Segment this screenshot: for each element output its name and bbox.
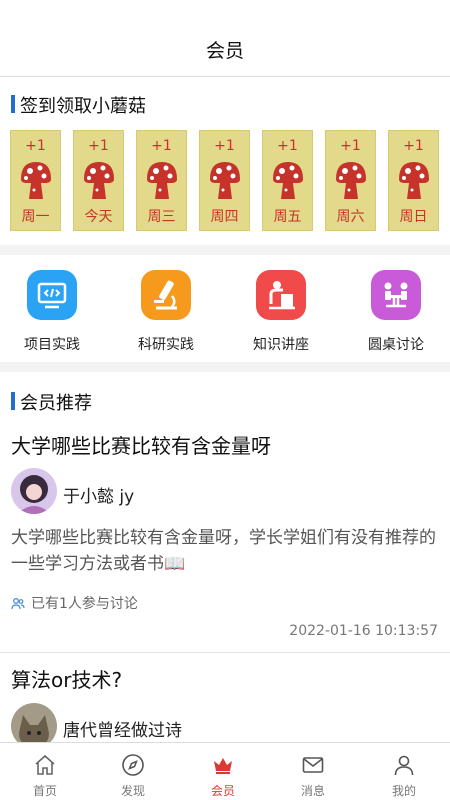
checkin-day-label: 周三	[147, 209, 176, 225]
tab-label: 我的	[391, 784, 416, 798]
lecture-icon	[256, 270, 306, 320]
crown-icon	[214, 758, 232, 774]
checkin-day-thu[interactable]: +1 周四	[199, 130, 250, 231]
post-body[interactable]: 大学哪些比赛比较有含金量呀，学长学姐们有没有推荐的一些学习方法或者书📖	[11, 525, 439, 577]
tab-messages[interactable]: 消息	[268, 743, 358, 800]
category-grid: 项目实践 科研实践 知识讲座 圆桌讨论	[0, 255, 450, 362]
mushroom-icon	[399, 162, 429, 199]
section-accent-bar	[11, 392, 15, 410]
bottom-tab-bar: 首页 发现 会员 消息 我的	[0, 742, 450, 800]
top-bar: 会员	[0, 0, 450, 77]
category-project-practice[interactable]: 项目实践	[0, 270, 107, 355]
checkin-reward: +1	[403, 138, 424, 154]
checkin-day-label: 周日	[399, 209, 428, 225]
category-label: 科研实践	[138, 337, 194, 353]
roundtable-icon	[371, 270, 421, 320]
checkin-title: 签到领取小蘑菇	[20, 96, 146, 117]
category-label: 知识讲座	[253, 337, 309, 353]
compass-icon	[122, 754, 144, 776]
tab-label: 首页	[32, 784, 57, 798]
category-knowledge-lecture[interactable]: 知识讲座	[226, 270, 336, 355]
checkin-day-label: 周一	[21, 209, 50, 225]
tab-label: 会员	[210, 784, 235, 798]
tab-discover[interactable]: 发现	[88, 743, 178, 800]
checkin-day-label: 周五	[273, 209, 302, 225]
code-screen-icon	[27, 270, 77, 320]
checkin-section: 签到领取小蘑菇 +1 周一 +1 今天 +1 周三 +1 周四 +1 周五 +1…	[0, 77, 450, 245]
section-accent-bar	[11, 95, 15, 113]
checkin-day-mon[interactable]: +1 周一	[10, 130, 61, 231]
mushroom-icon	[273, 162, 303, 199]
page-title: 会员	[205, 40, 244, 62]
category-research-practice[interactable]: 科研实践	[111, 270, 221, 355]
tab-label: 消息	[300, 784, 325, 798]
category-label: 项目实践	[24, 337, 80, 353]
post-title[interactable]: 大学哪些比赛比较有含金量呀	[11, 430, 271, 459]
checkin-reward: +1	[340, 138, 361, 154]
tab-label: 发现	[120, 784, 145, 798]
checkin-reward: +1	[151, 138, 172, 154]
checkin-day-wed[interactable]: +1 周三	[136, 130, 187, 231]
checkin-reward: +1	[88, 138, 109, 154]
mushroom-icon	[84, 162, 114, 199]
post-title[interactable]: 算法or技术?	[11, 664, 122, 693]
author-name[interactable]: 于小懿 jy	[63, 482, 134, 507]
post-timestamp: 2022-01-16 10:13:57	[289, 623, 438, 639]
checkin-day-sun[interactable]: +1 周日	[388, 130, 439, 231]
participants-info: 已有1人参与讨论	[11, 593, 138, 613]
recommend-title: 会员推荐	[20, 393, 92, 414]
author-name[interactable]: 唐代曾经做过诗	[63, 716, 182, 741]
mail-icon	[302, 757, 324, 773]
checkin-day-sat[interactable]: +1 周六	[325, 130, 376, 231]
person-icon	[394, 755, 414, 776]
microscope-icon	[141, 270, 191, 320]
mushroom-icon	[336, 162, 366, 199]
recommend-section: 会员推荐 大学哪些比赛比较有含金量呀 于小懿 jy 大学哪些比赛比较有含金量呀，…	[0, 372, 450, 749]
checkin-reward: +1	[214, 138, 235, 154]
category-roundtable[interactable]: 圆桌讨论	[341, 270, 450, 355]
category-label: 圆桌讨论	[368, 337, 424, 353]
checkin-day-label: 周六	[336, 209, 365, 225]
divider	[0, 652, 450, 653]
home-icon	[35, 754, 55, 775]
checkin-header: 签到领取小蘑菇	[0, 83, 450, 123]
tab-member[interactable]: 会员	[178, 743, 268, 800]
mushroom-icon	[210, 162, 240, 199]
checkin-day-today[interactable]: +1 今天	[73, 130, 124, 231]
mushroom-icon	[147, 162, 177, 199]
checkin-day-fri[interactable]: +1 周五	[262, 130, 313, 231]
participants-count: 已有1人参与讨论	[31, 596, 138, 612]
tab-mine[interactable]: 我的	[359, 743, 449, 800]
checkin-day-label: 今天	[84, 209, 113, 225]
checkin-reward: +1	[25, 138, 46, 154]
avatar[interactable]	[11, 468, 57, 514]
people-icon	[11, 598, 25, 610]
checkin-reward: +1	[277, 138, 298, 154]
mushroom-icon	[21, 162, 51, 199]
tab-home[interactable]: 首页	[0, 743, 90, 800]
recommend-header: 会员推荐	[0, 380, 450, 420]
checkin-day-label: 周四	[210, 209, 239, 225]
checkin-days: +1 周一 +1 今天 +1 周三 +1 周四 +1 周五 +1 周六 +1 周…	[10, 130, 440, 232]
